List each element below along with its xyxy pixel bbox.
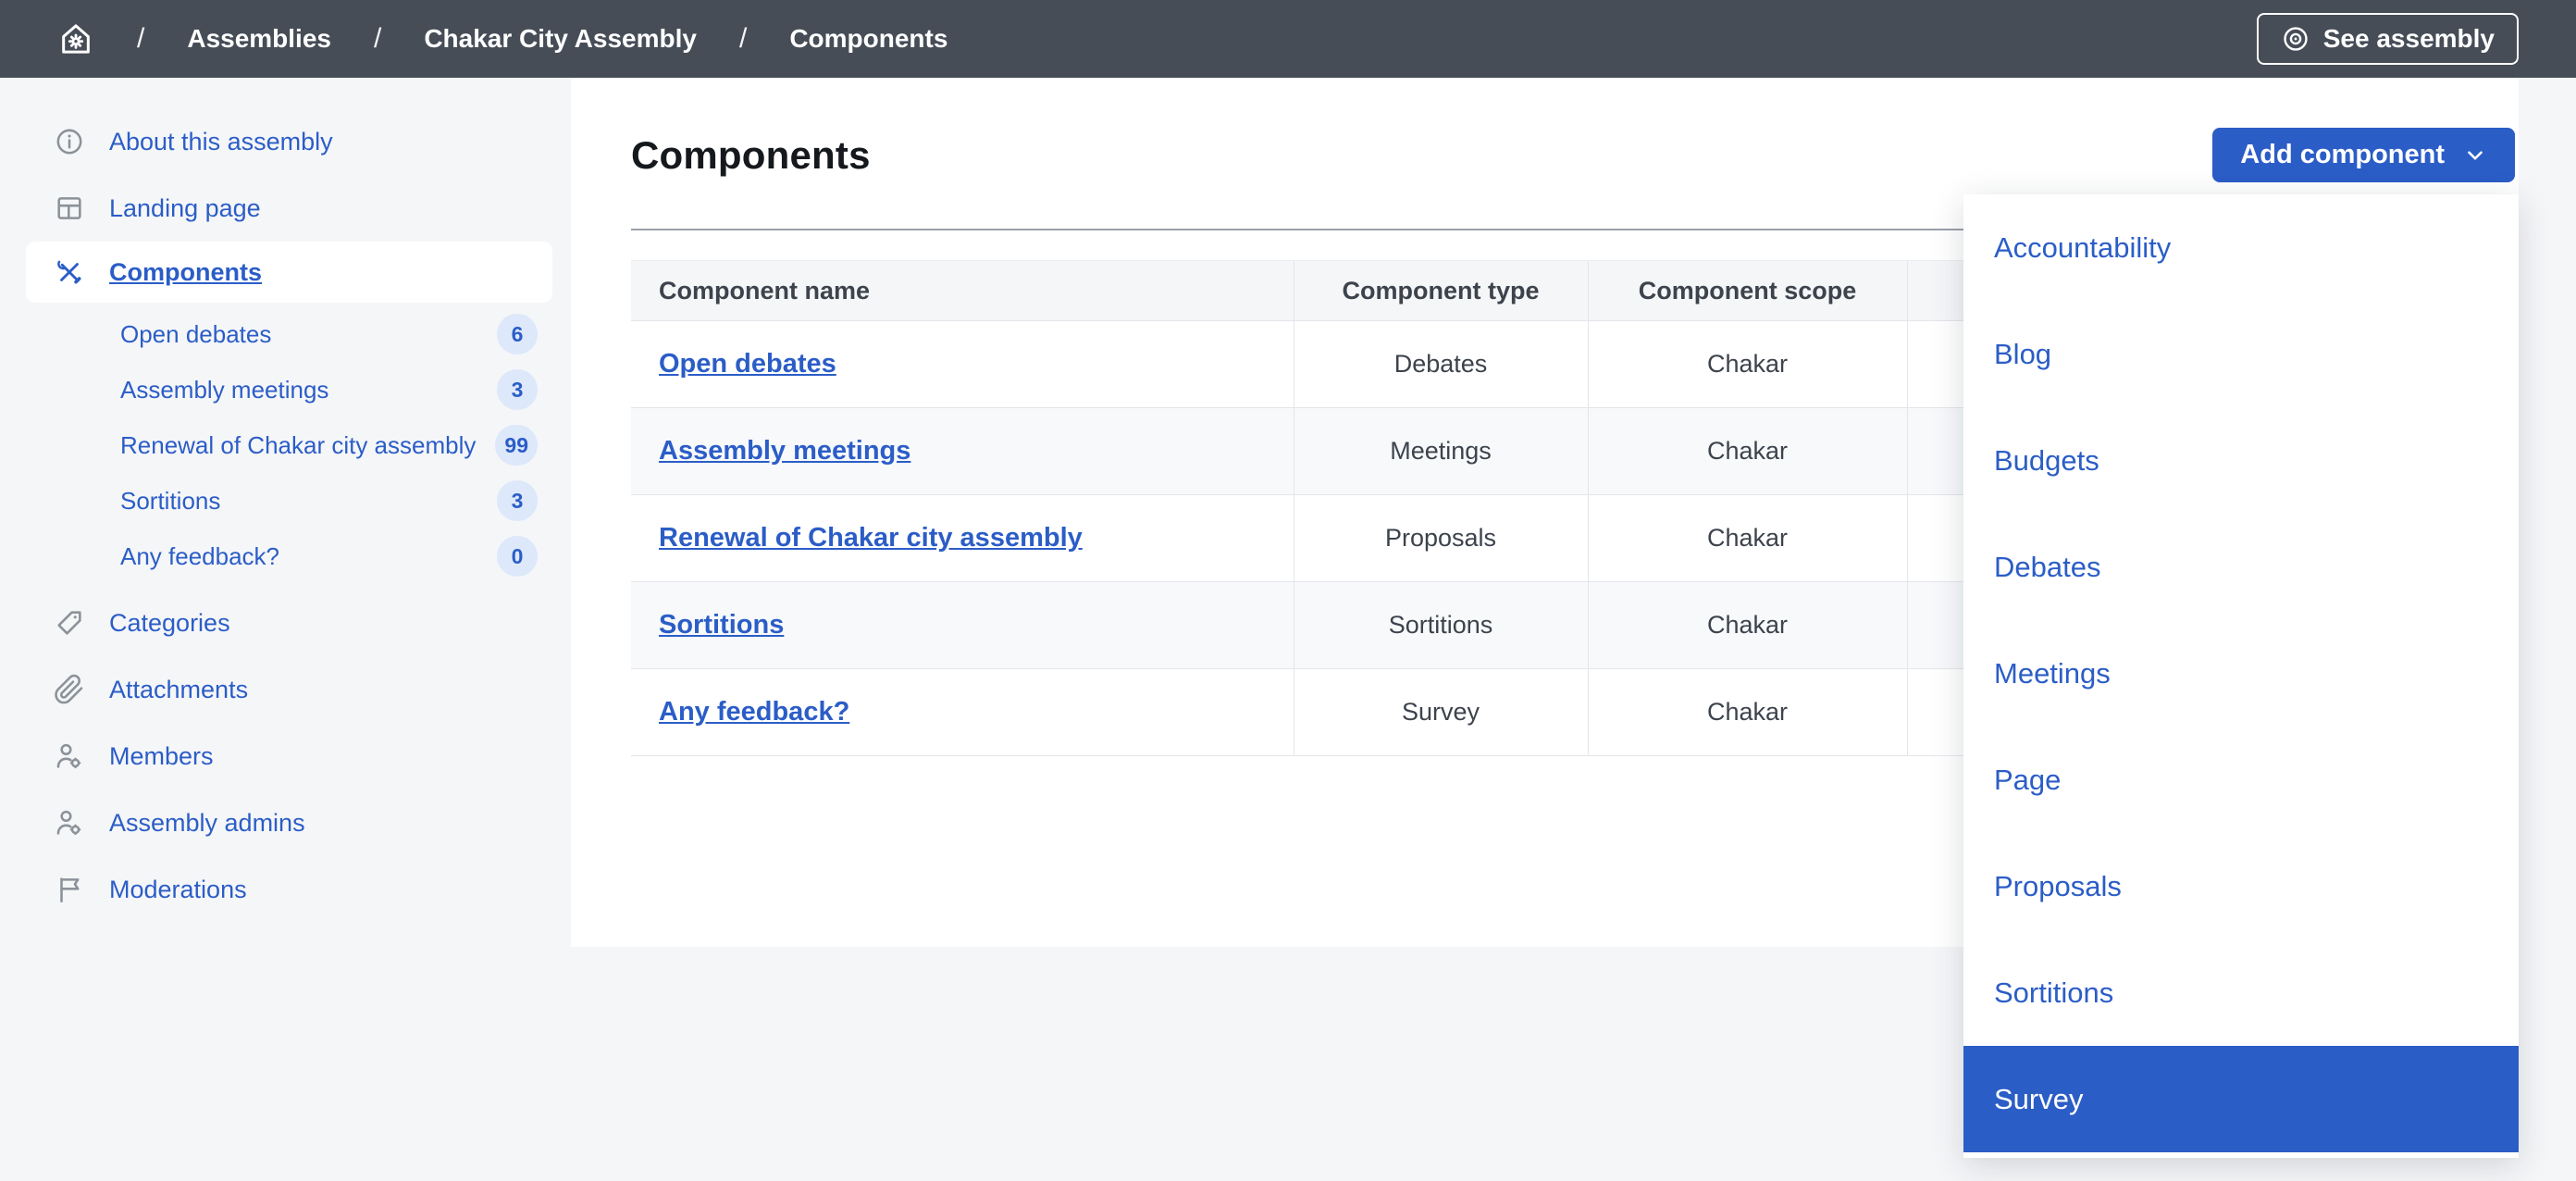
chevron-down-icon [2463, 143, 2487, 168]
sidebar-item-label: Categories [109, 608, 230, 637]
sidebar-item-members[interactable]: Members [0, 723, 571, 789]
component-link-open-debates[interactable]: Open debates [659, 349, 836, 379]
count-badge: 3 [497, 480, 538, 521]
component-link-renewal-of-chakar-city-assembly[interactable]: Renewal of Chakar city assembly [659, 523, 1083, 553]
sidebar-item-label: About this assembly [109, 127, 333, 155]
component-link-any-feedback[interactable]: Any feedback? [659, 697, 849, 727]
col-header-component-type: Component type [1293, 260, 1588, 321]
dropdown-item-debates[interactable]: Debates [1963, 514, 2519, 620]
tag-icon [54, 607, 85, 639]
add-component-button[interactable]: Add component [2212, 128, 2515, 182]
breadcrumb-separator: / [738, 23, 748, 54]
eye-icon [2281, 24, 2310, 54]
sub-item-label: Open debates [120, 319, 272, 348]
count-badge: 99 [495, 425, 538, 466]
sidebar-item-moderations[interactable]: Moderations [0, 856, 571, 923]
paperclip-icon [54, 674, 85, 705]
component-type-cell: Meetings [1293, 407, 1588, 495]
component-link-sortitions[interactable]: Sortitions [659, 610, 784, 640]
breadcrumb-separator: / [373, 23, 382, 54]
count-badge: 0 [497, 536, 538, 577]
sidebar-item-label: Moderations [109, 875, 247, 903]
sidebar-subitem-open-debates[interactable]: Open debates 6 [0, 306, 571, 362]
component-type-cell: Survey [1293, 668, 1588, 756]
component-link-assembly-meetings[interactable]: Assembly meetings [659, 436, 910, 466]
breadcrumb-item-assemblies[interactable]: Assemblies [187, 24, 331, 54]
dropdown-item-page[interactable]: Page [1963, 727, 2519, 833]
user-gear-icon [54, 740, 85, 772]
dropdown-item-accountability[interactable]: Accountability [1963, 194, 2519, 301]
dropdown-item-budgets[interactable]: Budgets [1963, 407, 2519, 514]
see-assembly-label: See assembly [2322, 24, 2495, 53]
components-sub-list: Open debates 6 Assembly meetings 3 Renew… [0, 306, 571, 584]
sub-item-label: Assembly meetings [120, 375, 329, 404]
component-scope-cell: Chakar [1587, 407, 1907, 495]
sidebar-item-components[interactable]: Components [26, 242, 552, 303]
component-scope-cell: Chakar [1587, 320, 1907, 408]
col-header-component-name: Component name [631, 260, 1294, 321]
home-gear-icon [57, 20, 94, 57]
breadcrumb-item-components[interactable]: Components [789, 24, 947, 54]
component-scope-cell: Chakar [1587, 668, 1907, 756]
sidebar-subitem-any-feedback[interactable]: Any feedback? 0 [0, 528, 571, 584]
sidebar-item-label: Attachments [109, 675, 249, 703]
count-badge: 3 [497, 369, 538, 410]
component-scope-cell: Chakar [1587, 581, 1907, 669]
component-type-cell: Proposals [1293, 494, 1588, 582]
sidebar-item-label: Assembly admins [109, 808, 305, 837]
content-header: Components Add component [631, 128, 2515, 182]
dropdown-item-survey[interactable]: Survey [1963, 1046, 2519, 1152]
sidebar: About this assembly Landing page Compone… [0, 78, 571, 1181]
count-badge: 6 [497, 314, 538, 354]
component-type-cell: Debates [1293, 320, 1588, 408]
dropdown-item-meetings[interactable]: Meetings [1963, 620, 2519, 727]
breadcrumb: / Assemblies / Chakar City Assembly / Co… [57, 20, 947, 57]
user-gear-icon [54, 807, 85, 839]
dropdown-item-blog[interactable]: Blog [1963, 301, 2519, 407]
sidebar-subitem-sortitions[interactable]: Sortitions 3 [0, 473, 571, 528]
sidebar-subitem-assembly-meetings[interactable]: Assembly meetings 3 [0, 362, 571, 417]
layout-icon [54, 193, 85, 224]
breadcrumb-separator: / [137, 23, 145, 54]
dropdown-item-sortitions[interactable]: Sortitions [1963, 939, 2519, 1046]
sub-item-label: Any feedback? [120, 541, 280, 570]
flag-icon [54, 874, 85, 905]
breadcrumb-item-chakar-city-assembly[interactable]: Chakar City Assembly [424, 24, 697, 54]
component-scope-cell: Chakar [1587, 494, 1907, 582]
sidebar-item-categories[interactable]: Categories [0, 590, 571, 656]
sidebar-item-assembly-admins[interactable]: Assembly admins [0, 789, 571, 856]
add-component-label: Add component [2240, 140, 2445, 169]
breadcrumb-home-link[interactable] [57, 20, 94, 57]
sidebar-item-attachments[interactable]: Attachments [0, 656, 571, 723]
see-assembly-button[interactable]: See assembly [2256, 13, 2519, 65]
sub-item-label: Renewal of Chakar city assembly [120, 430, 477, 459]
tools-icon [54, 256, 85, 288]
sidebar-item-label: Components [109, 257, 262, 286]
dropdown-item-proposals[interactable]: Proposals [1963, 833, 2519, 939]
sidebar-item-about-this-assembly[interactable]: About this assembly [0, 108, 571, 175]
info-icon [54, 126, 85, 157]
sub-item-label: Sortitions [120, 486, 221, 515]
sidebar-item-label: Landing page [109, 193, 261, 222]
sidebar-item-label: Members [109, 741, 214, 770]
component-type-cell: Sortitions [1293, 581, 1588, 669]
page-title: Components [631, 132, 871, 177]
add-component-dropdown: Accountability Blog Budgets Debates Meet… [1963, 194, 2519, 1158]
sidebar-subitem-renewal-of-chakar-city-assembly[interactable]: Renewal of Chakar city assembly 99 [0, 417, 571, 473]
topbar: / Assemblies / Chakar City Assembly / Co… [0, 0, 2576, 78]
sidebar-item-landing-page[interactable]: Landing page [0, 175, 571, 242]
col-header-component-scope: Component scope [1587, 260, 1907, 321]
